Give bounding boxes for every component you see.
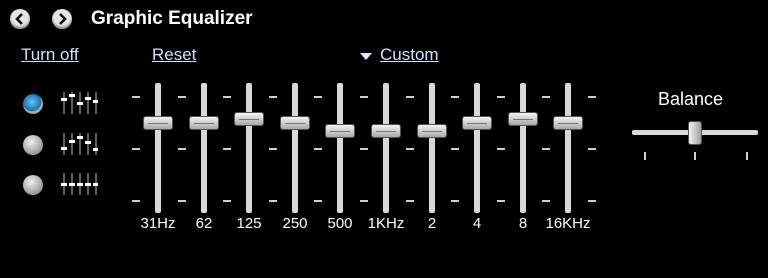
eq-band-label: 1KHz bbox=[367, 215, 405, 232]
eq-tick bbox=[314, 200, 322, 202]
eq-tick bbox=[406, 148, 414, 150]
eq-tick bbox=[451, 96, 459, 98]
eq-band-label: 500 bbox=[327, 215, 353, 232]
eq-band-label: 4 bbox=[472, 215, 482, 232]
eq-tick bbox=[588, 200, 596, 202]
eq-slider-track[interactable] bbox=[383, 83, 389, 213]
eq-slider-thumb[interactable] bbox=[462, 116, 492, 130]
eq-slider-track[interactable] bbox=[520, 83, 526, 213]
eq-tick bbox=[132, 200, 140, 202]
eq-tick bbox=[497, 96, 505, 98]
eq-slider-track[interactable] bbox=[292, 83, 298, 213]
eq-tick bbox=[406, 96, 414, 98]
eq-band-label: 125 bbox=[236, 215, 262, 232]
eq-slider-thumb[interactable] bbox=[325, 124, 355, 138]
eq-tick bbox=[178, 96, 186, 98]
eq-tick bbox=[223, 200, 231, 202]
eq-tick bbox=[360, 96, 368, 98]
eq-tick bbox=[360, 200, 368, 202]
eq-tick bbox=[223, 148, 231, 150]
eq-tick bbox=[542, 200, 550, 202]
eq-slider-track[interactable] bbox=[429, 83, 435, 213]
eq-slider-track[interactable] bbox=[246, 83, 252, 213]
eq-band-label: 31Hz bbox=[140, 215, 176, 232]
eq-tick bbox=[178, 200, 186, 202]
eq-tick bbox=[451, 148, 459, 150]
eq-tick bbox=[132, 96, 140, 98]
eq-slider-track[interactable] bbox=[337, 83, 343, 213]
eq-tick bbox=[542, 96, 550, 98]
balance-tick-left bbox=[644, 152, 646, 160]
eq-slider-thumb[interactable] bbox=[143, 116, 173, 130]
balance-tick-right bbox=[746, 152, 748, 160]
balance-slider-thumb[interactable] bbox=[688, 121, 702, 145]
eq-tick bbox=[542, 148, 550, 150]
eq-tick bbox=[178, 148, 186, 150]
eq-slider-thumb[interactable] bbox=[508, 112, 538, 126]
eq-tick bbox=[497, 200, 505, 202]
balance-label: Balance bbox=[658, 89, 724, 109]
eq-tick bbox=[588, 148, 596, 150]
eq-slider-thumb[interactable] bbox=[553, 116, 583, 130]
eq-tick bbox=[406, 200, 414, 202]
eq-slider-thumb[interactable] bbox=[234, 112, 264, 126]
equalizer-sliders: 31Hz 62 125 250 500 1KHz 2 4 8 16KHz bbox=[0, 0, 620, 278]
eq-slider-thumb[interactable] bbox=[189, 116, 219, 130]
eq-tick bbox=[314, 148, 322, 150]
eq-slider-thumb[interactable] bbox=[371, 124, 401, 138]
eq-tick bbox=[269, 96, 277, 98]
eq-tick bbox=[314, 96, 322, 98]
eq-slider-track[interactable] bbox=[474, 83, 480, 213]
eq-tick bbox=[588, 96, 596, 98]
eq-slider-track[interactable] bbox=[201, 83, 207, 213]
eq-tick bbox=[360, 148, 368, 150]
balance-tick-center bbox=[694, 152, 696, 160]
eq-slider-thumb[interactable] bbox=[280, 116, 310, 130]
eq-tick bbox=[132, 148, 140, 150]
eq-tick bbox=[497, 148, 505, 150]
eq-tick bbox=[269, 200, 277, 202]
eq-slider-thumb[interactable] bbox=[417, 124, 447, 138]
eq-tick bbox=[269, 148, 277, 150]
eq-band-label: 16KHz bbox=[545, 215, 591, 232]
eq-slider-track[interactable] bbox=[565, 83, 571, 213]
eq-slider-track[interactable] bbox=[155, 83, 161, 213]
eq-tick bbox=[451, 200, 459, 202]
eq-tick bbox=[223, 96, 231, 98]
